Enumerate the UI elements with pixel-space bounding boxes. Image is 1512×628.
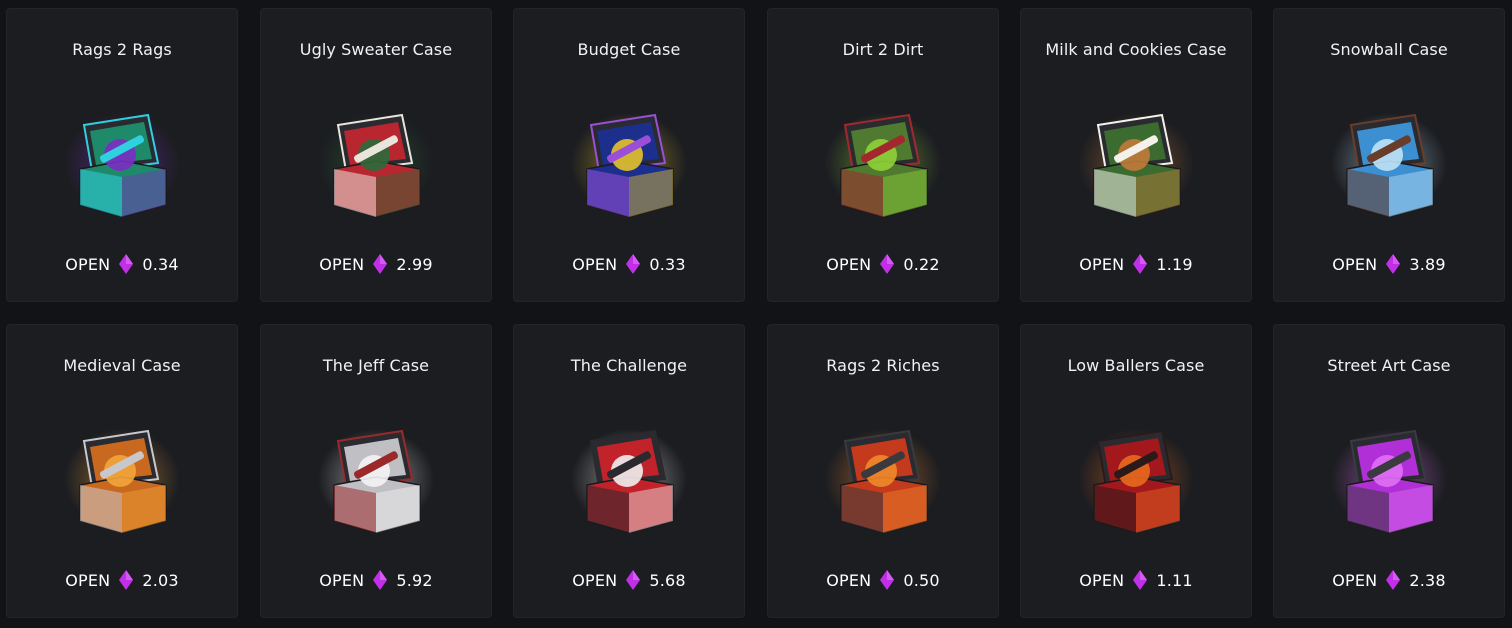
open-button[interactable]: OPEN 0.34 (7, 254, 237, 274)
ugly-sweater-case-icon (316, 105, 436, 225)
dirt-2-dirt-case-icon (823, 105, 943, 225)
open-button[interactable]: OPEN 2.03 (7, 570, 237, 590)
case-price: 5.92 (396, 570, 433, 590)
rags-2-riches-case-icon (823, 421, 943, 541)
open-button[interactable]: OPEN 5.92 (261, 570, 491, 590)
gem-icon (626, 570, 641, 590)
open-label: OPEN (1079, 570, 1125, 590)
challenge-case-icon (569, 421, 689, 541)
case-price: 3.89 (1409, 254, 1446, 274)
case-card[interactable]: Medieval Case OPEN 2.03 (6, 324, 238, 618)
case-title: Dirt 2 Dirt (842, 40, 924, 59)
open-label: OPEN (1079, 254, 1125, 274)
budget-case-icon (569, 105, 689, 225)
case-title: Low Ballers Case (1067, 356, 1205, 375)
case-price: 0.50 (903, 570, 940, 590)
case-price: 0.33 (649, 254, 686, 274)
gem-icon (119, 570, 134, 590)
gem-icon (1386, 254, 1401, 274)
low-ballers-case-icon (1076, 421, 1196, 541)
open-label: OPEN (826, 570, 872, 590)
gem-icon (119, 254, 134, 274)
open-label: OPEN (572, 570, 618, 590)
case-title: The Challenge (570, 356, 688, 375)
open-label: OPEN (319, 570, 365, 590)
case-price: 2.38 (1409, 570, 1446, 590)
case-card[interactable]: Budget Case OPEN 0.33 (513, 8, 745, 302)
case-card[interactable]: Rags 2 Rags OPEN 0.34 (6, 8, 238, 302)
medieval-case-icon (62, 421, 182, 541)
case-price: 1.19 (1156, 254, 1193, 274)
case-card[interactable]: Milk and Cookies Case OPEN 1.19 (1020, 8, 1252, 302)
open-label: OPEN (65, 570, 111, 590)
case-title: Snowball Case (1330, 40, 1448, 59)
open-button[interactable]: OPEN 0.50 (768, 570, 998, 590)
case-card[interactable]: The Jeff Case OPEN 5.92 (260, 324, 492, 618)
case-title: Rags 2 Riches (826, 356, 940, 375)
case-card[interactable]: Ugly Sweater Case OPEN 2.99 (260, 8, 492, 302)
case-card[interactable]: Low Ballers Case OPEN 1.11 (1020, 324, 1252, 618)
open-label: OPEN (572, 254, 618, 274)
case-price: 5.68 (649, 570, 686, 590)
gem-icon (880, 570, 895, 590)
open-button[interactable]: OPEN 0.22 (768, 254, 998, 274)
open-button[interactable]: OPEN 0.33 (514, 254, 744, 274)
gem-icon (1133, 254, 1148, 274)
open-label: OPEN (65, 254, 111, 274)
case-title: Budget Case (577, 40, 681, 59)
gem-icon (373, 570, 388, 590)
case-title: Medieval Case (63, 356, 181, 375)
case-title: Rags 2 Rags (72, 40, 172, 59)
case-card[interactable]: Dirt 2 Dirt OPEN 0.22 (767, 8, 999, 302)
gem-icon (1133, 570, 1148, 590)
street-art-case-icon (1329, 421, 1449, 541)
case-price: 2.99 (396, 254, 433, 274)
open-button[interactable]: OPEN 2.99 (261, 254, 491, 274)
snowball-case-icon (1329, 105, 1449, 225)
gem-icon (626, 254, 641, 274)
case-card[interactable]: Rags 2 Riches OPEN 0.50 (767, 324, 999, 618)
case-title: The Jeff Case (322, 356, 430, 375)
case-price: 2.03 (142, 570, 179, 590)
case-card[interactable]: The Challenge OPEN 5.68 (513, 324, 745, 618)
gem-icon (1386, 570, 1401, 590)
open-button[interactable]: OPEN 1.11 (1021, 570, 1251, 590)
open-button[interactable]: OPEN 2.38 (1274, 570, 1504, 590)
gem-icon (880, 254, 895, 274)
jeff-case-icon (316, 421, 436, 541)
milk-and-cookies-case-icon (1076, 105, 1196, 225)
rags-2-rags-case-icon (62, 105, 182, 225)
open-button[interactable]: OPEN 3.89 (1274, 254, 1504, 274)
open-label: OPEN (1332, 570, 1378, 590)
case-title: Ugly Sweater Case (299, 40, 453, 59)
gem-icon (373, 254, 388, 274)
open-button[interactable]: OPEN 1.19 (1021, 254, 1251, 274)
case-title: Milk and Cookies Case (1045, 40, 1227, 59)
open-button[interactable]: OPEN 5.68 (514, 570, 744, 590)
case-price: 1.11 (1156, 570, 1193, 590)
case-grid: Rags 2 Rags OPEN 0.34 Ugly Sweater Case OPEN… (0, 0, 1512, 628)
open-label: OPEN (319, 254, 365, 274)
case-card[interactable]: Street Art Case OPEN 2.38 (1273, 324, 1505, 618)
case-price: 0.34 (142, 254, 179, 274)
open-label: OPEN (826, 254, 872, 274)
case-price: 0.22 (903, 254, 940, 274)
case-card[interactable]: Snowball Case OPEN 3.89 (1273, 8, 1505, 302)
case-title: Street Art Case (1327, 356, 1451, 375)
open-label: OPEN (1332, 254, 1378, 274)
